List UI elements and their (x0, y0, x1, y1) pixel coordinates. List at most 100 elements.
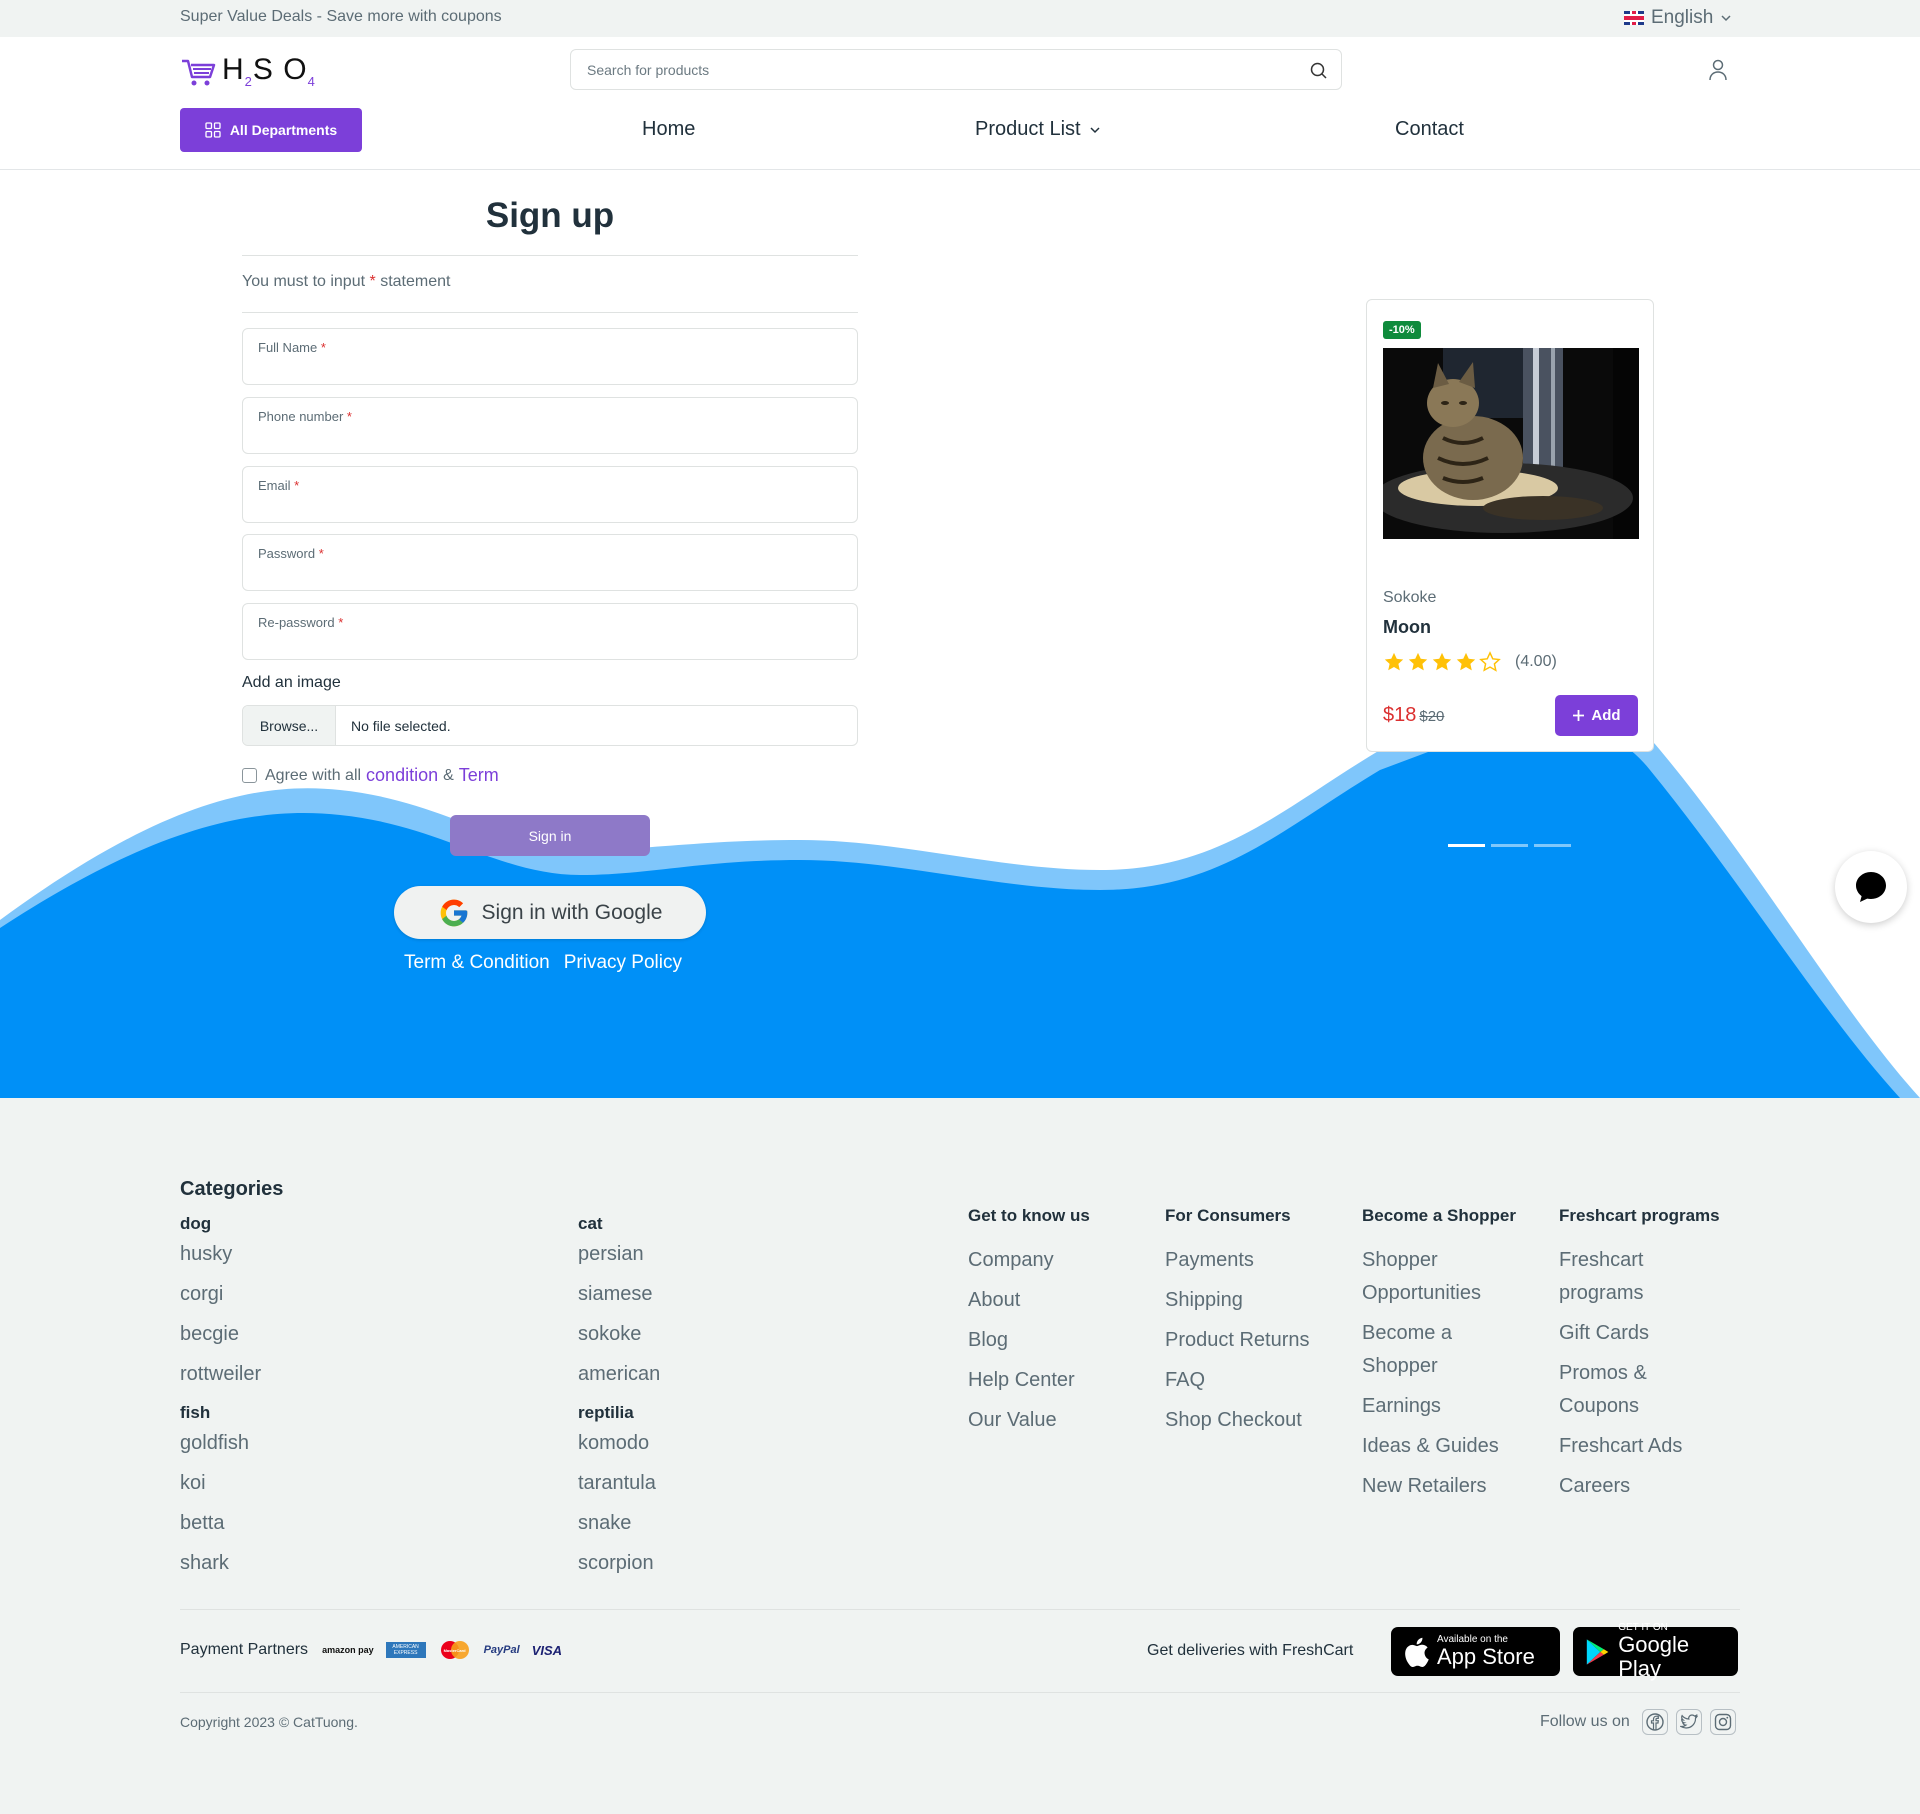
footer-link[interactable]: Gift Cards (1559, 1317, 1709, 1350)
category-link[interactable]: scorpion (578, 1547, 656, 1587)
footer-link[interactable]: Our Value (968, 1404, 1148, 1437)
category-group-title[interactable]: fish (180, 1403, 249, 1427)
category-link[interactable]: american (578, 1358, 660, 1398)
apple-icon (1405, 1637, 1429, 1667)
category-link[interactable]: sokoke (578, 1318, 660, 1358)
footer-link[interactable]: Become a Shopper (1362, 1317, 1532, 1383)
product-image[interactable] (1383, 348, 1639, 539)
nav-home-label: Home (642, 118, 696, 140)
category-group-cat: cat persian siamese sokoke american (578, 1214, 660, 1398)
category-link[interactable]: koi (180, 1467, 249, 1507)
footer-link[interactable]: FAQ (1165, 1364, 1345, 1397)
nav-product-list[interactable]: Product List (975, 118, 1101, 141)
footer-link[interactable]: Promos & Coupons (1559, 1357, 1709, 1423)
app-store-button[interactable]: Available on the App Store (1391, 1627, 1560, 1676)
category-link[interactable]: shark (180, 1547, 249, 1587)
full-name-field[interactable]: Full Name * (242, 328, 858, 385)
product-category[interactable]: Sokoke (1383, 589, 1436, 607)
instagram-icon[interactable] (1709, 1709, 1736, 1735)
visa-logo: VISA (531, 1642, 563, 1658)
carousel-dot[interactable] (1448, 844, 1485, 847)
category-link[interactable]: tarantula (578, 1467, 656, 1507)
footer-link[interactable]: Company (968, 1244, 1148, 1277)
carousel-dot[interactable] (1491, 844, 1528, 847)
category-group-title[interactable]: reptilia (578, 1403, 656, 1427)
chevron-down-icon (1090, 126, 1100, 133)
password-field[interactable]: Password * (242, 534, 858, 591)
sign-in-button[interactable]: Sign in (450, 815, 650, 856)
footer-link[interactable]: New Retailers (1362, 1470, 1532, 1503)
categories-title: Categories (180, 1178, 284, 1200)
category-link[interactable]: betta (180, 1507, 249, 1547)
footer-link[interactable]: Earnings (1362, 1390, 1532, 1423)
term-link[interactable]: Term (459, 765, 499, 786)
search-input[interactable] (587, 50, 1287, 89)
legal-links: Term & Condition Privacy Policy (404, 952, 682, 974)
logo[interactable]: H2S O4 (180, 53, 316, 89)
footer-link[interactable]: Product Returns (1165, 1324, 1345, 1357)
agree-checkbox[interactable] (242, 768, 257, 783)
footer-link[interactable]: Ideas & Guides (1362, 1430, 1532, 1463)
browse-button[interactable]: Browse... (243, 706, 336, 745)
footer-link[interactable]: Freshcart programs (1559, 1244, 1709, 1310)
chat-bubble-icon (1856, 872, 1886, 902)
footer-link[interactable]: Shop Checkout (1165, 1404, 1345, 1437)
category-link[interactable]: goldfish (180, 1427, 249, 1467)
mastercard-logo: MasterCard (438, 1640, 472, 1660)
nav-contact[interactable]: Contact (1395, 118, 1464, 141)
category-link[interactable]: komodo (578, 1427, 656, 1467)
term-condition-link[interactable]: Term & Condition (404, 952, 550, 974)
category-link[interactable]: persian (578, 1238, 660, 1278)
footer-link[interactable]: Careers (1559, 1470, 1709, 1503)
category-group-title[interactable]: dog (180, 1214, 261, 1238)
footer-link[interactable]: Shipping (1165, 1284, 1345, 1317)
phone-label: Phone number * (258, 409, 352, 424)
footer-link[interactable]: Blog (968, 1324, 1148, 1357)
nav-home[interactable]: Home (642, 118, 695, 141)
file-input[interactable]: Browse... No file selected. (242, 705, 858, 746)
language-selector[interactable]: English (1624, 7, 1732, 29)
all-departments-label: All Departments (229, 122, 338, 138)
condition-link[interactable]: condition (366, 765, 438, 786)
category-link[interactable]: becgie (180, 1318, 261, 1358)
twitter-icon[interactable] (1675, 1709, 1702, 1735)
product-card[interactable]: -10% Sokoke Moon (4.00) $18 $20 Add (1366, 299, 1654, 752)
email-field[interactable]: Email * (242, 466, 858, 523)
facebook-icon[interactable] (1641, 1709, 1668, 1735)
all-departments-button[interactable]: All Departments (180, 108, 362, 152)
star-empty-icon (1479, 651, 1501, 672)
paypal-logo: PayPal (483, 1644, 520, 1656)
add-to-cart-button[interactable]: Add (1555, 695, 1638, 736)
category-link[interactable]: husky (180, 1238, 261, 1278)
google-sign-in-button[interactable]: Sign in with Google (394, 886, 706, 939)
top-bar: Super Value Deals - Save more with coupo… (0, 0, 1920, 37)
amazon-pay-logo: amazon pay (322, 1645, 374, 1655)
category-link[interactable]: siamese (578, 1278, 660, 1318)
re-password-field[interactable]: Re-password * (242, 603, 858, 660)
chat-widget-button[interactable] (1835, 851, 1907, 923)
category-link[interactable]: rottweiler (180, 1358, 261, 1398)
category-group-reptilia: reptilia komodo tarantula snake scorpion (578, 1403, 656, 1587)
phone-field[interactable]: Phone number * (242, 397, 858, 454)
category-group-title[interactable]: cat (578, 1214, 660, 1238)
privacy-policy-link[interactable]: Privacy Policy (564, 952, 682, 974)
footer-divider (180, 1692, 1740, 1693)
category-link[interactable]: snake (578, 1507, 656, 1547)
product-name[interactable]: Moon (1383, 617, 1431, 638)
search-icon[interactable] (1310, 62, 1327, 79)
site-footer: Categories dog husky corgi becgie rottwe… (0, 1098, 1920, 1814)
category-link[interactable]: corgi (180, 1278, 261, 1318)
product-price: $18 $20 (1383, 704, 1445, 726)
category-group-fish: fish goldfish koi betta shark (180, 1403, 249, 1587)
user-icon[interactable] (1708, 59, 1728, 81)
google-play-button[interactable]: GET IT ON Google Play (1573, 1622, 1738, 1681)
footer-link[interactable]: Shopper Opportunities (1362, 1244, 1532, 1310)
footer-link[interactable]: Payments (1165, 1244, 1345, 1277)
carousel-dot[interactable] (1534, 844, 1571, 847)
google-icon (440, 899, 467, 926)
footer-link[interactable]: Help Center (968, 1364, 1148, 1397)
footer-link[interactable]: Freshcart Ads (1559, 1430, 1709, 1463)
password-label: Password * (258, 546, 324, 561)
footer-link[interactable]: About (968, 1284, 1148, 1317)
old-price: $20 (1419, 708, 1445, 725)
